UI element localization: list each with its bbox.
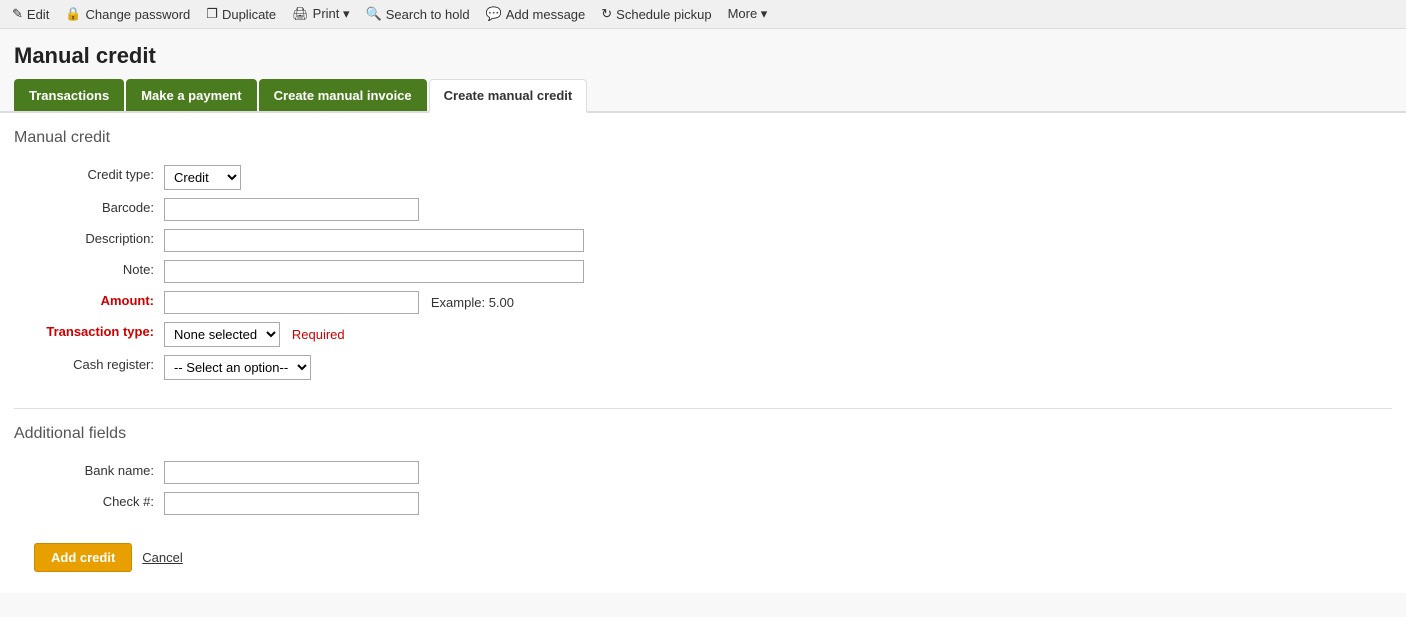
tab-create-credit[interactable]: Create manual credit <box>429 79 588 113</box>
add-credit-button[interactable]: Add credit <box>34 543 132 572</box>
add-message-button[interactable]: 💬 Add message <box>486 6 586 22</box>
add-message-label: Add message <box>506 7 586 22</box>
required-text: Required <box>292 327 345 342</box>
credit-type-row: Credit type: Credit Writeoff <box>34 161 584 194</box>
manual-credit-form: Credit type: Credit Writeoff Barcode: De… <box>34 161 584 384</box>
bank-name-row: Bank name: <box>34 457 419 488</box>
barcode-row: Barcode: <box>34 194 584 225</box>
duplicate-icon: ❐ <box>206 6 218 22</box>
duplicate-button[interactable]: ❐ Duplicate <box>206 6 276 22</box>
print-button[interactable]: 🖨 Print ▾ <box>292 6 349 22</box>
credit-type-select[interactable]: Credit Writeoff <box>164 165 241 190</box>
check-number-label: Check #: <box>34 488 164 519</box>
amount-field: Example: 5.00 <box>164 287 584 318</box>
note-row: Note: <box>34 256 584 287</box>
cash-register-field: -- Select an option-- <box>164 351 584 384</box>
cash-register-row: Cash register: -- Select an option-- <box>34 351 584 384</box>
transaction-type-label: Transaction type: <box>34 318 164 351</box>
credit-type-field: Credit Writeoff <box>164 161 584 194</box>
message-icon: 💬 <box>486 6 502 22</box>
cancel-button[interactable]: Cancel <box>142 550 182 565</box>
more-label: More ▾ <box>728 6 768 22</box>
additional-fields-form: Bank name: Check #: <box>34 457 419 519</box>
description-label: Description: <box>34 225 164 256</box>
bank-name-label: Bank name: <box>34 457 164 488</box>
tab-bar: Transactions Make a payment Create manua… <box>0 79 1406 113</box>
barcode-label: Barcode: <box>34 194 164 225</box>
barcode-input[interactable] <box>164 198 419 221</box>
barcode-field <box>164 194 584 225</box>
search-icon: 🔍 <box>366 6 382 22</box>
change-password-label: Change password <box>86 7 191 22</box>
amount-input[interactable] <box>164 291 419 314</box>
duplicate-label: Duplicate <box>222 7 276 22</box>
page-title: Manual credit <box>0 29 1406 79</box>
amount-row: Amount: Example: 5.00 <box>34 287 584 318</box>
amount-example: Example: 5.00 <box>431 295 514 310</box>
note-label: Note: <box>34 256 164 287</box>
tab-make-payment[interactable]: Make a payment <box>126 79 256 111</box>
more-button[interactable]: More ▾ <box>728 6 768 22</box>
amount-label: Amount: <box>34 287 164 318</box>
transaction-type-select[interactable]: None selected <box>164 322 280 347</box>
description-row: Description: <box>34 225 584 256</box>
section-divider <box>14 408 1392 409</box>
description-input[interactable] <box>164 229 584 252</box>
toolbar: ✎ Edit 🔒 Change password ❐ Duplicate 🖨 P… <box>0 0 1406 29</box>
manual-credit-section-title: Manual credit <box>14 129 1392 147</box>
additional-fields-section: Additional fields Bank name: Check #: <box>14 425 1392 519</box>
description-field <box>164 225 584 256</box>
main-content: Manual credit Credit type: Credit Writeo… <box>0 113 1406 593</box>
change-password-button[interactable]: 🔒 Change password <box>65 6 190 22</box>
cash-register-select[interactable]: -- Select an option-- <box>164 355 311 380</box>
print-icon: 🖨 <box>292 6 309 22</box>
print-label: Print ▾ <box>313 6 350 22</box>
search-hold-button[interactable]: 🔍 Search to hold <box>366 6 470 22</box>
cash-register-label: Cash register: <box>34 351 164 384</box>
schedule-pickup-button[interactable]: ↻ Schedule pickup <box>601 6 711 22</box>
additional-fields-title: Additional fields <box>14 425 1392 443</box>
transaction-type-row: Transaction type: None selected Required <box>34 318 584 351</box>
note-input[interactable] <box>164 260 584 283</box>
edit-icon: ✎ <box>12 6 23 22</box>
edit-button[interactable]: ✎ Edit <box>12 6 49 22</box>
manual-credit-section: Manual credit Credit type: Credit Writeo… <box>14 129 1392 384</box>
credit-type-label: Credit type: <box>34 161 164 194</box>
action-buttons: Add credit Cancel <box>34 543 1392 572</box>
note-field <box>164 256 584 287</box>
search-hold-label: Search to hold <box>386 7 470 22</box>
bank-name-input[interactable] <box>164 461 419 484</box>
bank-name-field <box>164 457 419 488</box>
check-number-input[interactable] <box>164 492 419 515</box>
schedule-pickup-label: Schedule pickup <box>616 7 711 22</box>
check-number-field <box>164 488 419 519</box>
tab-transactions[interactable]: Transactions <box>14 79 124 111</box>
lock-icon: 🔒 <box>65 6 81 22</box>
transaction-type-field: None selected Required <box>164 318 584 351</box>
check-number-row: Check #: <box>34 488 419 519</box>
tab-create-invoice[interactable]: Create manual invoice <box>259 79 427 111</box>
schedule-icon: ↻ <box>601 6 612 22</box>
edit-label: Edit <box>27 7 49 22</box>
